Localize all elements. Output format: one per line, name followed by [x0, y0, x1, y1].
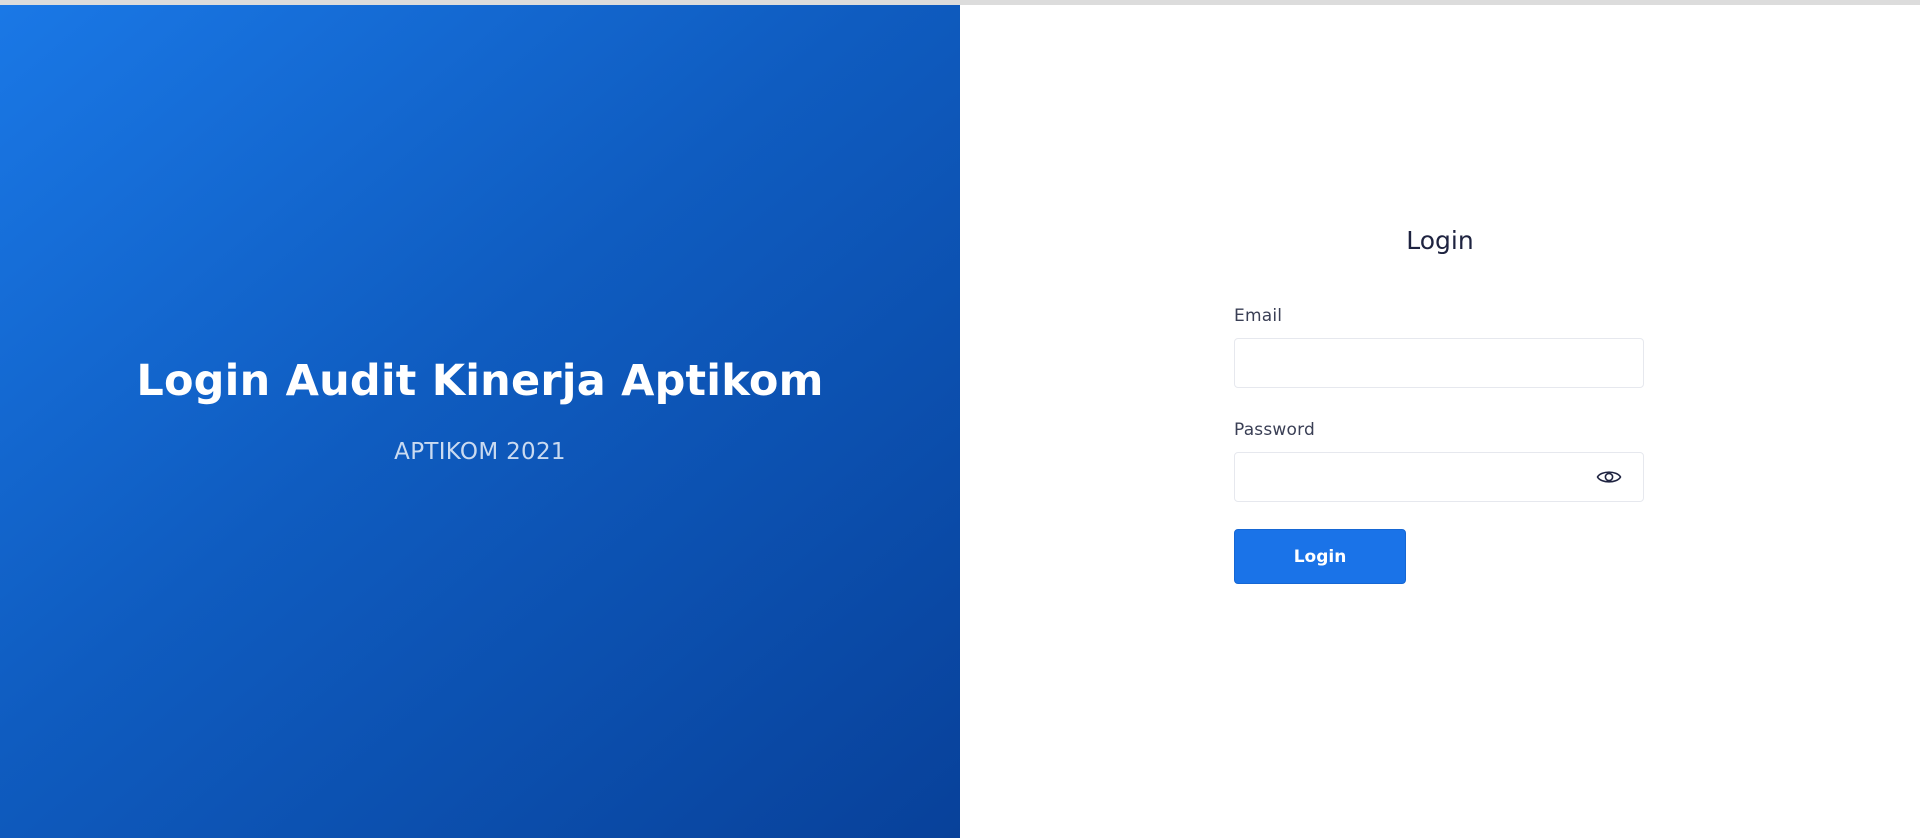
hero-subtitle: APTIKOM 2021 [394, 439, 566, 465]
form-title: Login [1406, 226, 1474, 255]
hero-panel: Login Audit Kinerja Aptikom APTIKOM 2021 [0, 5, 960, 838]
login-panel: Login Email Password Login [960, 5, 1920, 838]
hero-title: Login Audit Kinerja Aptikom [136, 356, 824, 406]
eye-icon[interactable] [1594, 465, 1624, 489]
password-label: Password [1234, 420, 1316, 440]
email-label: Email [1234, 306, 1283, 326]
password-input[interactable] [1234, 452, 1644, 502]
email-input[interactable] [1234, 338, 1644, 388]
login-button[interactable]: Login [1234, 529, 1406, 584]
